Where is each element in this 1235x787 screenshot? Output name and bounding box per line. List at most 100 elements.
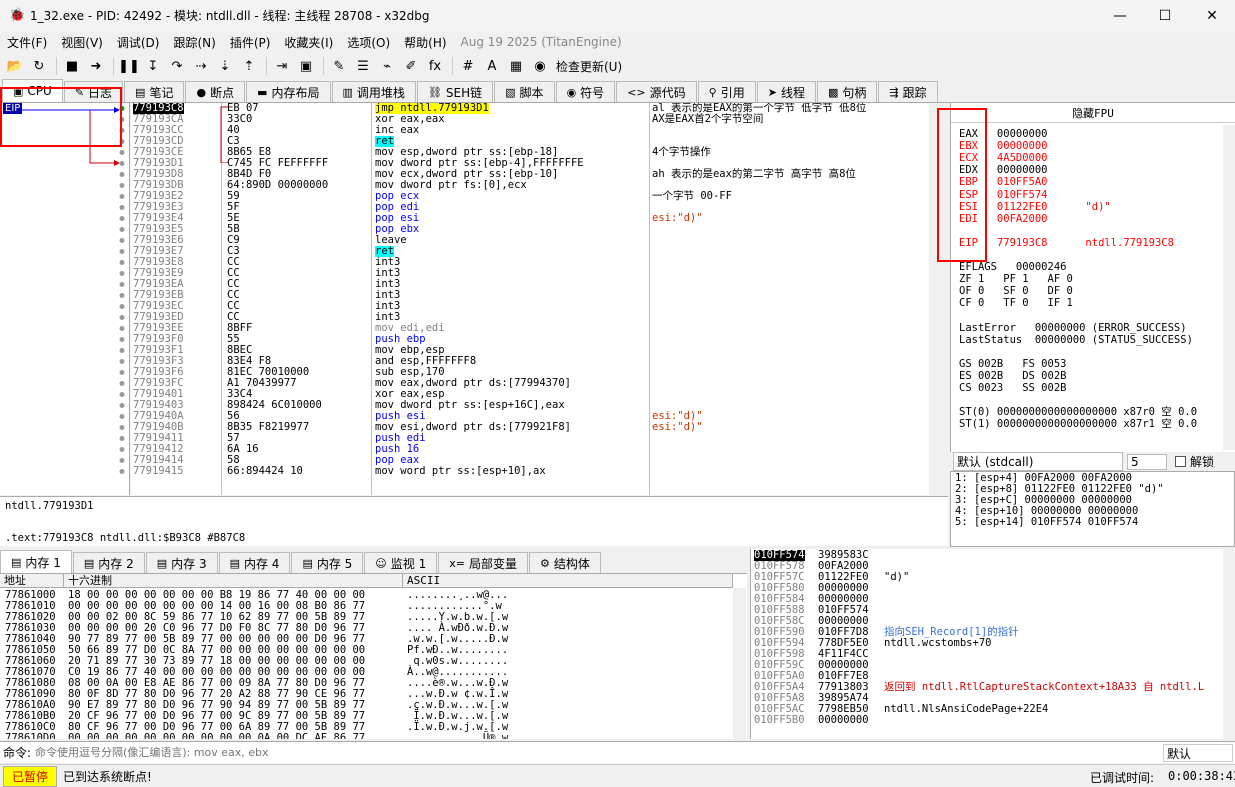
breakpoint-dot[interactable]	[119, 436, 125, 441]
dump-tab-5[interactable]: ☺ 监视 1	[364, 552, 438, 573]
menu-debug[interactable]: 调试(D)	[110, 34, 167, 51]
breakpoint-dot[interactable]	[119, 117, 125, 122]
disasm-row[interactable]: 779193EE 8BFF mov edi,edi	[131, 323, 941, 334]
font-icon[interactable]: A	[481, 55, 503, 77]
stack-view[interactable]: 010FF574 3989583C 010FF578 00FA2000 010FF57C…	[750, 549, 1235, 739]
register-line[interactable]: EBX 00000000	[959, 140, 1048, 152]
menu-plugins[interactable]: 插件(P)	[223, 34, 278, 51]
tab-13[interactable]: ⇶ 跟踪	[878, 81, 938, 102]
tab-7[interactable]: ▧ 脚本	[494, 81, 555, 102]
disasm-row[interactable]: 779193DB 64:890D 00000000 mov dword ptr fs…	[131, 180, 941, 191]
step-into-icon[interactable]: ↧	[142, 55, 164, 77]
register-line[interactable]: EDI 00FA2000	[959, 213, 1048, 225]
breakpoint-dot[interactable]	[119, 315, 125, 320]
disasm-row[interactable]: 779193EC CC int3	[131, 301, 941, 312]
breakpoint-dot[interactable]	[119, 414, 125, 419]
calling-convention-select[interactable]: 默认 (stdcall)	[953, 452, 1123, 471]
disasm-row[interactable]: 779193CA 33C0 xor eax,eax AX是EAX首2个字节空间	[131, 114, 941, 125]
breakpoint-dot[interactable]	[119, 249, 125, 254]
tab-8[interactable]: ◉ 符号	[555, 81, 616, 102]
disasm-scrollbar[interactable]	[929, 103, 941, 495]
disasm-row[interactable]: 779193CC 40 inc eax	[131, 125, 941, 136]
disasm-row[interactable]: 779193E4 5E pop esi esi:"d)"	[131, 213, 941, 224]
disasm-row[interactable]: 77919403 898424 6C010000 mov dword ptr ss:…	[131, 400, 941, 411]
register-line[interactable]: CF 0 TF 0 IF 1	[959, 297, 1073, 309]
breakpoint-dot[interactable]	[119, 469, 125, 474]
register-line[interactable]: ECX 4A5D0000	[959, 152, 1048, 164]
breakpoint-dot[interactable]	[119, 216, 125, 221]
tab-0[interactable]: ▣ CPU	[2, 79, 63, 102]
dump-tab-4[interactable]: ▤ 内存 5	[291, 552, 364, 573]
label-icon[interactable]: ⌁	[376, 55, 398, 77]
register-line[interactable]: ES 002B DS 002B	[959, 370, 1066, 382]
disasm-row[interactable]: 779193EB CC int3	[131, 290, 941, 301]
stack-scrollbar[interactable]	[1223, 549, 1235, 739]
dump-tab-0[interactable]: ▤ 内存 1	[0, 550, 72, 573]
patch-icon[interactable]: ✎	[328, 55, 350, 77]
step-over-icon[interactable]: ↷	[166, 55, 188, 77]
register-line[interactable]: LastStatus 00000000 (STATUS_SUCCESS)	[959, 334, 1193, 346]
menu-view[interactable]: 视图(V)	[54, 34, 110, 51]
breakpoint-dot[interactable]	[119, 403, 125, 408]
register-line[interactable]: ST(0) 0000000000000000000 x87r0 空 0.0	[959, 406, 1197, 418]
breakpoint-dot[interactable]	[119, 447, 125, 452]
tab-9[interactable]: <> 源代码	[616, 81, 697, 102]
open-icon[interactable]: 📂	[4, 55, 26, 77]
disasm-row[interactable]: 779193EA CC int3	[131, 279, 941, 290]
breakpoint-dot[interactable]	[119, 348, 125, 353]
breakpoint-dot[interactable]	[119, 304, 125, 309]
unlock-checkbox[interactable]	[1175, 456, 1186, 467]
breakpoint-dot[interactable]	[119, 337, 125, 342]
breakpoint-dot[interactable]	[119, 381, 125, 386]
register-line[interactable]: GS 002B FS 0053	[959, 358, 1066, 370]
register-line[interactable]: CS 0023 SS 002B	[959, 382, 1066, 394]
disasm-row[interactable]: 77919412 6A 16 push 16	[131, 444, 941, 455]
breakpoint-dot[interactable]	[119, 458, 125, 463]
minimize-button[interactable]: —	[1097, 0, 1143, 31]
breakpoint-dot[interactable]	[119, 293, 125, 298]
breakpoint-dot[interactable]	[119, 161, 125, 166]
breakpoint-dot[interactable]	[119, 183, 125, 188]
disassembly-view[interactable]: 779193C8 EB 07 jmp ntdll.779193D1 al 表示的是EA…	[131, 103, 941, 495]
breakpoint-dot[interactable]	[119, 392, 125, 397]
hide-fpu-button[interactable]: 隐藏FPU	[951, 103, 1235, 123]
disasm-row[interactable]: 779193E5 5B pop ebx	[131, 224, 941, 235]
tab-11[interactable]: ➤ 线程	[756, 81, 816, 102]
disasm-row[interactable]: 779193F0 55 push ebp	[131, 334, 941, 345]
breakpoint-dot[interactable]	[119, 139, 125, 144]
breakpoint-dot[interactable]	[119, 359, 125, 364]
breakpoint-dot[interactable]	[119, 194, 125, 199]
arg-count-spinner[interactable]: 5	[1127, 453, 1167, 470]
bookmark-icon[interactable]: ✐	[400, 55, 422, 77]
disasm-row[interactable]: 7791940B 8B35 F8219977 mov esi,dword ptr d…	[131, 422, 941, 433]
tab-6[interactable]: ⛓ SEH链	[416, 81, 494, 102]
dump-tab-7[interactable]: ⚙ 结构体	[528, 552, 601, 573]
register-line[interactable]: ESP 010FF574	[959, 189, 1048, 201]
disasm-row[interactable]: 779193FC A1 70439977 mov eax,dword ptr ds:…	[131, 378, 941, 389]
disasm-row[interactable]: 779193E7 C3 ret	[131, 246, 941, 257]
scylla-icon[interactable]: ▣	[295, 55, 317, 77]
register-line[interactable]: EFLAGS 00000246	[959, 261, 1066, 273]
breakpoint-dot[interactable]	[119, 326, 125, 331]
breakpoint-dot[interactable]	[119, 238, 125, 243]
disasm-row[interactable]: 779193E2 59 pop ecx 一个字节 00-FF	[131, 191, 941, 202]
disasm-row[interactable]: 779193E6 C9 leave	[131, 235, 941, 246]
dump-scrollbar[interactable]	[733, 588, 746, 739]
register-line[interactable]: EDX 00000000	[959, 164, 1048, 176]
restart-icon[interactable]: ↻	[28, 55, 50, 77]
tab-10[interactable]: ⚲ 引用	[697, 81, 756, 102]
register-line[interactable]: EIP 779193C8 ntdll.779193C8	[959, 237, 1174, 249]
menu-trace[interactable]: 跟踪(N)	[166, 34, 222, 51]
menu-favourites[interactable]: 收藏夹(I)	[277, 34, 340, 51]
hash-icon[interactable]: #	[457, 55, 479, 77]
tab-1[interactable]: ✎ 日志	[63, 81, 124, 102]
command-mode-select[interactable]: 默认	[1163, 744, 1233, 762]
menu-help[interactable]: 帮助(H)	[397, 34, 453, 51]
pause-icon[interactable]: ❚❚	[118, 55, 140, 77]
disasm-row[interactable]: 779193E3 5F pop edi	[131, 202, 941, 213]
breakpoint-dot[interactable]	[119, 106, 125, 111]
memory-dump-view[interactable]: 地址 十六进制 ASCII 77861000 18 00 00 00 00 00 …	[0, 573, 747, 739]
comment-icon[interactable]: ☰	[352, 55, 374, 77]
tab-12[interactable]: ▩ 句柄	[816, 81, 878, 102]
tab-4[interactable]: ▬ 内存布局	[246, 81, 331, 102]
